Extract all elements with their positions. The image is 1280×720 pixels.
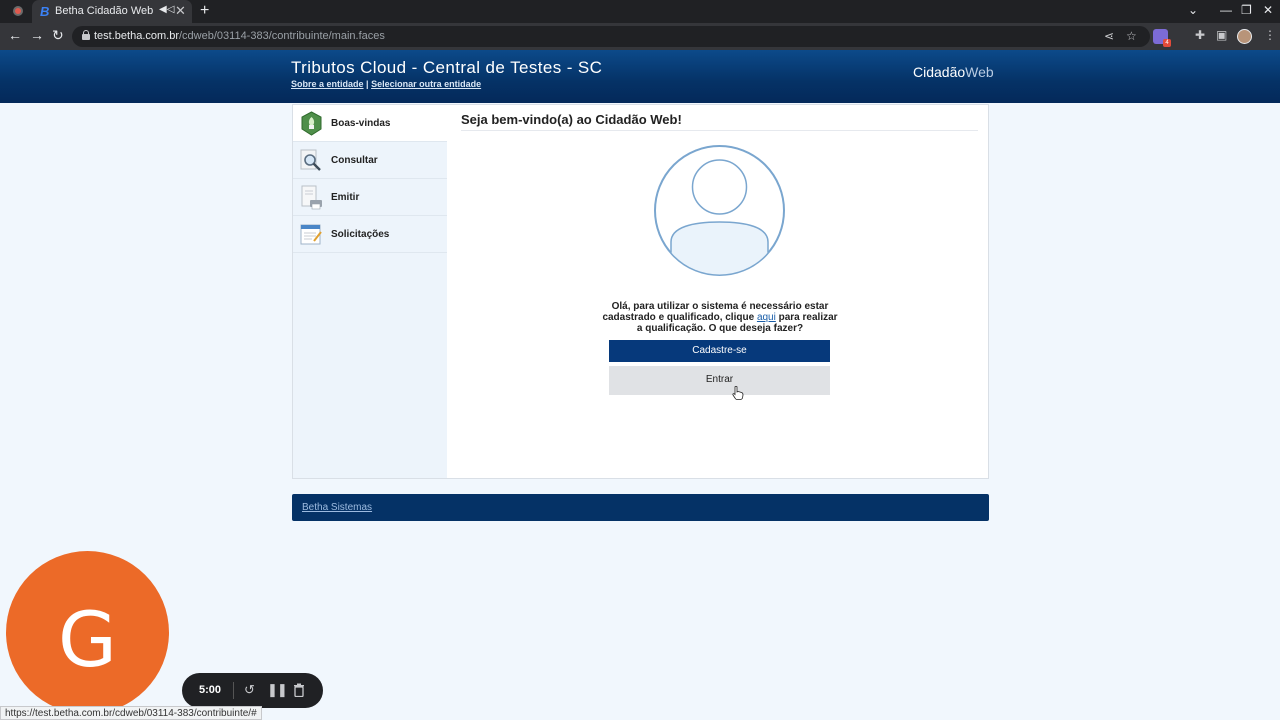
recording-indicator-icon (13, 6, 23, 16)
main-panel: Boas-vindas Consultar Emitir Solicitaçõe… (292, 104, 989, 479)
magnifier-icon (300, 149, 321, 171)
reload-icon[interactable]: ↻ (52, 27, 64, 44)
printer-document-icon (301, 185, 322, 210)
menu-kebab-icon[interactable]: ⋮ (1264, 28, 1276, 42)
side-panel-icon[interactable]: ▣ (1216, 28, 1227, 42)
sidebar-item-solicitacoes[interactable]: Solicitações (293, 216, 447, 253)
user-avatar-placeholder-icon (654, 145, 785, 276)
new-tab-icon[interactable]: + (200, 2, 209, 20)
sidebar-item-label: Consultar (331, 155, 378, 166)
site-footer: Betha Sistemas (292, 494, 989, 521)
controls-divider (233, 682, 234, 699)
status-bar-url: https://test.betha.com.br/cdweb/03114-38… (0, 706, 262, 720)
qualification-message: Olá, para utilizar o sistema é necessári… (600, 301, 840, 334)
qualification-link[interactable]: aqui (757, 312, 776, 323)
lock-icon[interactable] (82, 30, 90, 40)
welcome-content: Seja bem-vindo(a) ao Cidadão Web! Olá, p… (447, 105, 988, 478)
forward-icon[interactable]: → (30, 27, 44, 43)
restore-icon[interactable]: ❐ (1241, 3, 1252, 17)
leaf-shield-icon (301, 111, 322, 136)
avatar-letter: G (58, 595, 117, 684)
extensions-puzzle-icon[interactable]: ✚ (1195, 28, 1205, 42)
back-icon[interactable]: ← (8, 27, 22, 43)
browser-toolbar: ← → ↻ test.betha.com.br/cdweb/03114-383/… (0, 23, 1280, 50)
sidebar-item-label: Solicitações (331, 229, 390, 240)
tab-title: Betha Cidadão Web (55, 5, 154, 17)
extension-badge-count: 4 (1163, 39, 1171, 47)
browser-tab[interactable]: B Betha Cidadão Web ◀◁ ✕ (32, 0, 192, 23)
site-header: Tributos Cloud - Central de Testes - SC … (0, 50, 1280, 103)
brand-bold: Cidadão (913, 64, 966, 80)
brand-light: Web (965, 64, 994, 80)
profile-avatar[interactable] (1237, 29, 1252, 44)
cidadao-web-logo: CidadãoWeb (913, 64, 994, 80)
tab-close-icon[interactable]: ✕ (175, 3, 186, 19)
recording-timer: 5:00 (199, 684, 222, 696)
header-separator: | (366, 79, 369, 89)
url-text[interactable]: test.betha.com.br/cdweb/03114-383/contri… (94, 30, 385, 42)
address-bar[interactable]: test.betha.com.br/cdweb/03114-383/contri… (72, 26, 1150, 47)
welcome-heading: Seja bem-vindo(a) ao Cidadão Web! (461, 112, 682, 127)
entity-title: Tributos Cloud - Central de Testes - SC (291, 58, 603, 77)
about-entity-link[interactable]: Sobre a entidade (291, 79, 364, 89)
minimize-icon[interactable]: — (1220, 3, 1232, 17)
register-button[interactable]: Cadastre-se (609, 340, 830, 362)
webcam-avatar: G (6, 551, 169, 714)
recording-controls: 5:00 ↺ ❚❚ (182, 673, 323, 708)
browser-tab-strip: B Betha Cidadão Web ◀◁ ✕ + ⌄ — ❐ ✕ (0, 0, 1280, 23)
sidebar-item-consultar[interactable]: Consultar (293, 142, 447, 179)
pause-icon[interactable]: ❚❚ (267, 682, 288, 698)
sidebar-item-boas-vindas[interactable]: Boas-vindas (293, 105, 447, 142)
hand-cursor-icon (732, 386, 744, 400)
close-window-icon[interactable]: ✕ (1263, 3, 1273, 17)
trash-icon[interactable] (293, 683, 305, 697)
heading-divider (461, 130, 978, 131)
bookmark-star-icon[interactable]: ☆ (1126, 29, 1137, 43)
tab-search-icon[interactable]: ⌄ (1188, 3, 1198, 17)
betha-sistemas-link[interactable]: Betha Sistemas (302, 502, 372, 513)
login-button[interactable]: Entrar (609, 366, 830, 395)
form-edit-icon (300, 224, 322, 245)
extension-icon[interactable]: 4 (1153, 29, 1171, 47)
sidebar-item-emitir[interactable]: Emitir (293, 179, 447, 216)
tab-audio-icon[interactable]: ◀◁ (159, 4, 174, 15)
sidebar-item-label: Emitir (331, 192, 360, 203)
favicon-icon: B (40, 4, 50, 19)
share-icon[interactable]: ⋖ (1104, 29, 1114, 43)
header-links: Sobre a entidade | Selecionar outra enti… (291, 79, 481, 89)
sidebar-item-label: Boas-vindas (331, 118, 391, 129)
select-entity-link[interactable]: Selecionar outra entidade (371, 79, 481, 89)
sidebar: Boas-vindas Consultar Emitir Solicitaçõe… (293, 105, 447, 478)
restart-icon[interactable]: ↺ (244, 682, 255, 698)
